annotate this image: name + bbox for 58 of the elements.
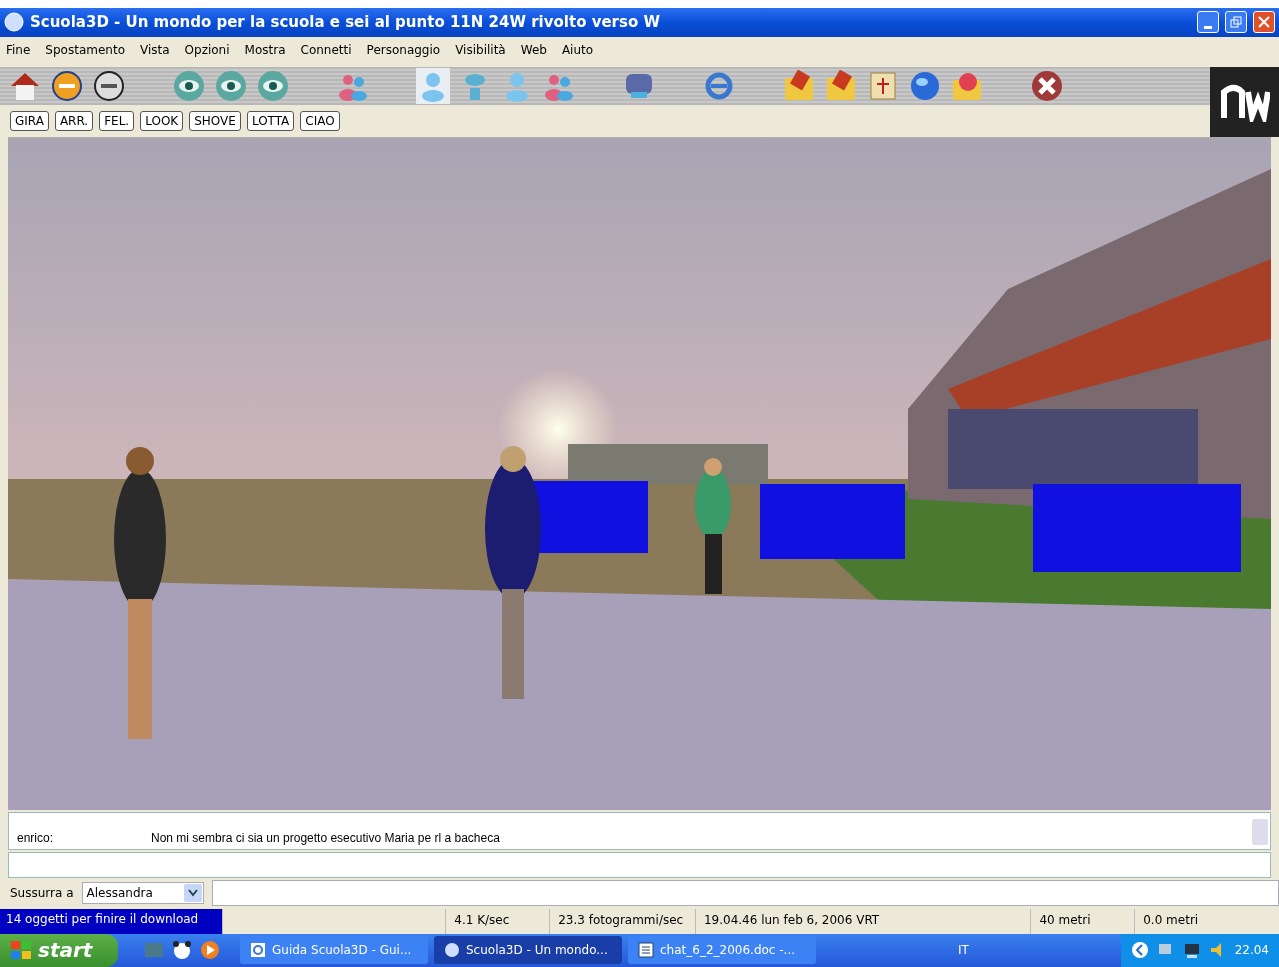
media-player-icon[interactable] — [200, 940, 220, 961]
chevron-left-icon[interactable] — [1130, 941, 1149, 960]
close-icon — [1031, 69, 1063, 102]
menu-item[interactable]: Connetti — [300, 42, 352, 57]
status-cell: 0.0 metri — [1134, 909, 1279, 934]
gesture-button[interactable]: ARR. — [54, 110, 94, 131]
language-indicator[interactable]: IT — [957, 943, 969, 958]
menu-item[interactable]: Fine — [6, 42, 31, 57]
recipient-dropdown[interactable]: Alessandra — [81, 882, 204, 904]
folder-icon — [825, 69, 857, 102]
windows-logo-icon — [10, 940, 32, 961]
folder-icon — [783, 69, 815, 102]
panda-icon[interactable] — [172, 940, 192, 961]
window-title: Scuola3D - Un mondo per la scuola e sei al punto 11N 24W rivolto verso W — [30, 13, 661, 32]
gesture-button[interactable]: SHOVE — [189, 110, 241, 131]
computer-icon[interactable] — [1182, 941, 1201, 960]
minimize-button[interactable] — [1197, 11, 1219, 34]
status-cell: 40 metri — [1030, 909, 1135, 934]
chevron-down-icon — [187, 889, 198, 897]
arrow-orb-icon — [93, 69, 125, 102]
map-icon — [867, 69, 899, 102]
menu-item[interactable]: Spostamento — [45, 42, 125, 57]
gesture-button[interactable]: GIRA — [10, 110, 49, 131]
whisper-label: Sussurra a — [10, 886, 74, 900]
close-icon — [1258, 16, 1270, 29]
menu-item[interactable]: Visibilità — [455, 42, 506, 57]
menu-item[interactable]: Web — [520, 42, 547, 57]
document-icon — [250, 942, 266, 959]
chat-message: Non mi sembra ci sia un progetto esecutivo Maria pe rl a bacheca — [151, 831, 500, 846]
gesture-button[interactable]: CIAO — [300, 110, 340, 131]
gesture-button[interactable]: LOTTA — [246, 110, 295, 131]
menu-item[interactable]: Opzioni — [184, 42, 230, 57]
restore-button[interactable] — [1225, 11, 1247, 34]
status-cell: 4.1 K/sec — [445, 909, 550, 934]
whisper-input-field[interactable] — [211, 880, 1279, 906]
gesture-button[interactable]: FEL. — [99, 110, 135, 131]
taskbar-button[interactable]: Guida Scuola3D - Gui... — [240, 936, 428, 965]
menu-item[interactable]: Mostra — [244, 42, 286, 57]
restore-icon — [1230, 16, 1242, 29]
menu-item[interactable]: Personaggio — [366, 42, 441, 57]
taskbar-button[interactable]: Scuola3D - Un mondo... — [434, 936, 622, 965]
download-status: 14 oggetti per finire il download — [0, 909, 222, 934]
taskbar-button[interactable]: chat_6_2_2006.doc -... — [628, 936, 816, 965]
app-icon — [444, 942, 460, 959]
chat-speaker: enrico: — [17, 831, 55, 846]
close-button[interactable] — [1253, 11, 1275, 34]
clock: 22.04 — [1234, 943, 1269, 958]
gesture-button[interactable]: LOOK — [140, 110, 184, 131]
menu-item[interactable]: Vista — [140, 42, 170, 57]
menu-item[interactable]: Aiuto — [561, 42, 594, 57]
status-cell: 23.3 fotogrammi/sec — [549, 909, 695, 934]
globe-icon — [909, 69, 941, 102]
arrow-orb-icon — [51, 69, 83, 102]
app-icon — [4, 12, 24, 33]
minimize-icon — [1204, 25, 1212, 29]
document-icon — [638, 942, 654, 959]
chat-input-field[interactable] — [8, 852, 1271, 878]
status-cell: 19.04.46 lun feb 6, 2006 VRT — [694, 909, 1031, 934]
